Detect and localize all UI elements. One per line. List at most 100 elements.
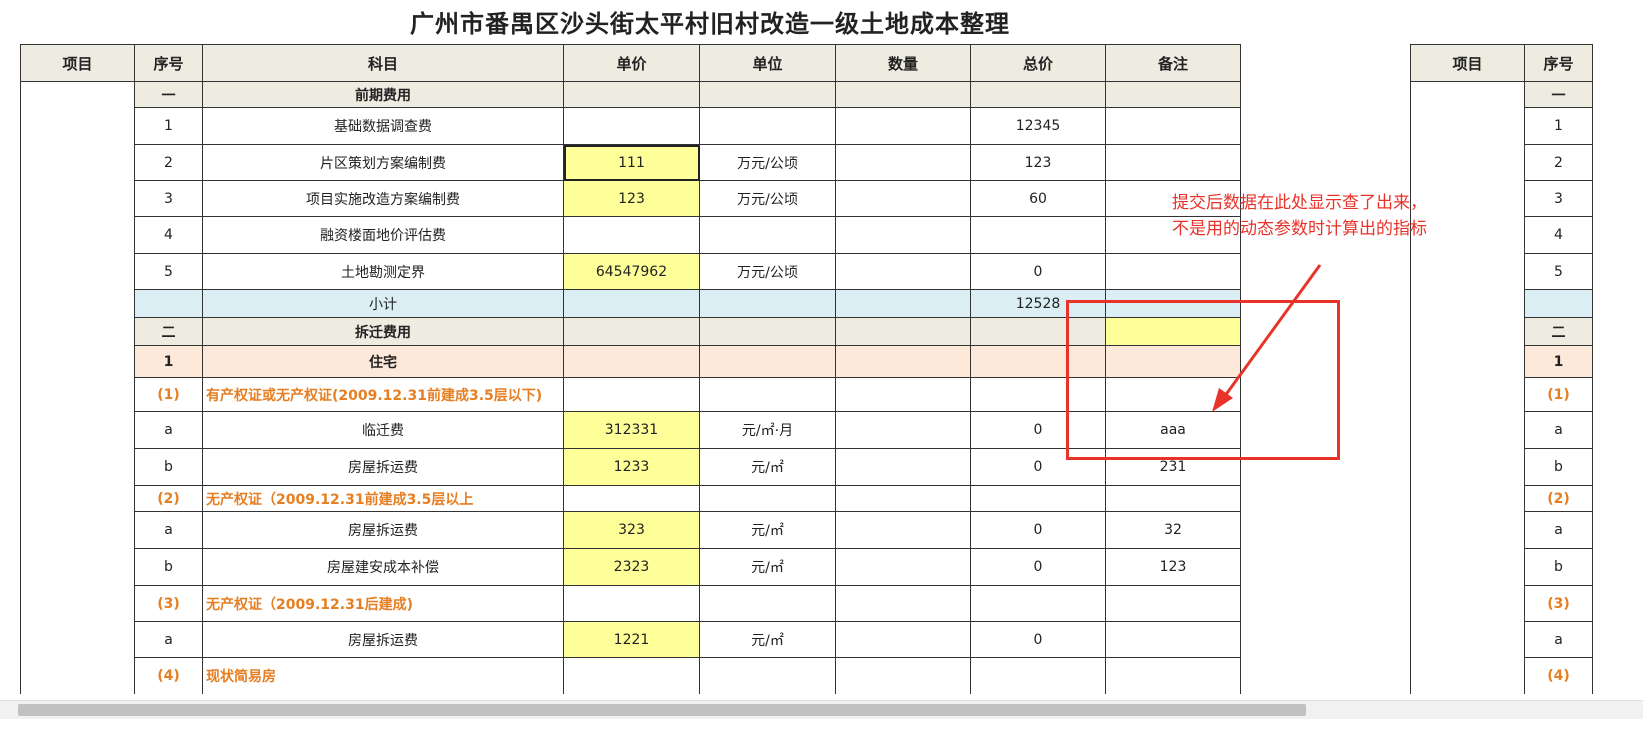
cell-subject[interactable]: 项目实施改造方案编制费 [202,180,564,217]
horizontal-scrollbar[interactable] [0,700,1643,719]
cell-total[interactable]: 60 [970,180,1106,217]
cell-project[interactable] [20,585,135,622]
cell-unit[interactable]: 元/㎡ [699,511,836,549]
cell-subject[interactable]: 房屋拆运费 [202,621,564,658]
cell-subject[interactable]: 临迁费 [202,411,564,449]
cell-project-copy[interactable] [1410,144,1525,181]
cell-project[interactable] [20,107,135,145]
cell-total[interactable] [970,657,1106,694]
cell-project-copy[interactable] [1410,448,1525,486]
cell-unit[interactable] [699,107,836,145]
cell-note[interactable] [1105,621,1241,658]
cell-seq[interactable]: b [134,548,203,586]
cell-subject[interactable]: 无产权证（2009.12.31前建成3.5层以上 [202,485,564,512]
cell-price[interactable] [563,81,700,108]
cell-project-copy[interactable] [1410,107,1525,145]
cell-seq[interactable]: 3 [134,180,203,217]
cell-note[interactable]: 123 [1105,548,1241,586]
cell-project[interactable] [20,657,135,694]
cell-project-copy[interactable] [1410,548,1525,586]
cell-project[interactable] [20,485,135,512]
col-header-project[interactable]: 项目 [20,44,135,82]
cell-total[interactable]: 0 [970,253,1106,290]
cell-price[interactable] [563,216,700,254]
cell-project[interactable] [20,511,135,549]
scrollbar-thumb[interactable] [18,704,1306,716]
col-header-subject[interactable]: 科目 [202,44,564,82]
cell-subject[interactable]: 融资楼面地价评估费 [202,216,564,254]
cell-price[interactable]: 323 [563,511,700,549]
cell-seq[interactable]: b [134,448,203,486]
cell-project-copy[interactable] [1410,317,1525,346]
cell-total[interactable] [970,585,1106,622]
cell-note[interactable] [1105,377,1241,412]
cell-qty[interactable] [835,485,971,512]
cell-seq[interactable]: 4 [134,216,203,254]
cell-project[interactable] [20,81,135,108]
cell-subject[interactable]: 基础数据调查费 [202,107,564,145]
cell-seq[interactable]: (2) [134,485,203,512]
col-header-qty[interactable]: 数量 [835,44,971,82]
cell-project-copy[interactable] [1410,377,1525,412]
cell-project-copy[interactable] [1410,180,1525,217]
cell-subject[interactable]: 无产权证（2009.12.31后建成) [202,585,564,622]
cell-seq[interactable]: 1 [134,107,203,145]
cell-subject[interactable]: 土地勘测定界 [202,253,564,290]
cell-unit[interactable]: 元/㎡·月 [699,411,836,449]
cell-qty[interactable] [835,411,971,449]
cell-price[interactable]: 1221 [563,621,700,658]
cell-project-copy[interactable] [1410,216,1525,254]
cell-price[interactable] [563,289,700,318]
cell-price[interactable]: 2323 [563,548,700,586]
cell-project-copy[interactable] [1410,621,1525,658]
cell-seq[interactable]: (3) [134,585,203,622]
cell-total[interactable]: 12345 [970,107,1106,145]
cell-qty[interactable] [835,345,971,378]
cell-seq-copy[interactable]: (4) [1524,657,1593,694]
cell-unit[interactable] [699,345,836,378]
cell-note[interactable] [1105,657,1241,694]
cell-total[interactable]: 0 [970,548,1106,586]
cell-subject[interactable]: 前期费用 [202,81,564,108]
cell-total[interactable] [970,345,1106,378]
cell-project[interactable] [20,253,135,290]
cell-seq-copy[interactable]: (3) [1524,585,1593,622]
cell-qty[interactable] [835,216,971,254]
cell-total[interactable]: 123 [970,144,1106,181]
cell-subject[interactable]: 住宅 [202,345,564,378]
cell-price[interactable]: 111 [563,144,700,181]
cell-unit[interactable] [699,81,836,108]
cell-total[interactable]: 0 [970,411,1106,449]
cell-unit[interactable] [699,585,836,622]
cell-qty[interactable] [835,585,971,622]
cell-note[interactable]: aaa [1105,411,1241,449]
cell-unit[interactable] [699,485,836,512]
cell-unit[interactable]: 万元/公顷 [699,144,836,181]
cell-subject[interactable]: 房屋建安成本补偿 [202,548,564,586]
cell-note[interactable] [1105,345,1241,378]
cell-qty[interactable] [835,511,971,549]
cell-seq[interactable] [134,289,203,318]
cell-note[interactable] [1105,81,1241,108]
cell-note[interactable]: 32 [1105,511,1241,549]
cell-seq-copy[interactable]: 2 [1524,144,1593,181]
cell-project-copy[interactable] [1410,485,1525,512]
cell-price[interactable] [563,585,700,622]
cell-seq-copy[interactable]: a [1524,621,1593,658]
cell-subject[interactable]: 现状简易房 [202,657,564,694]
cell-project[interactable] [20,621,135,658]
cell-seq-copy[interactable]: (2) [1524,485,1593,512]
cell-project[interactable] [20,377,135,412]
cell-qty[interactable] [835,81,971,108]
cell-note[interactable]: 231 [1105,448,1241,486]
cell-seq[interactable]: 一 [134,81,203,108]
cell-unit[interactable] [699,216,836,254]
cell-seq[interactable]: 二 [134,317,203,346]
cell-qty[interactable] [835,180,971,217]
cell-seq[interactable]: a [134,621,203,658]
cell-qty[interactable] [835,253,971,290]
cell-project[interactable] [20,448,135,486]
cell-project-copy[interactable] [1410,511,1525,549]
cell-price[interactable]: 312331 [563,411,700,449]
cell-seq[interactable]: (1) [134,377,203,412]
